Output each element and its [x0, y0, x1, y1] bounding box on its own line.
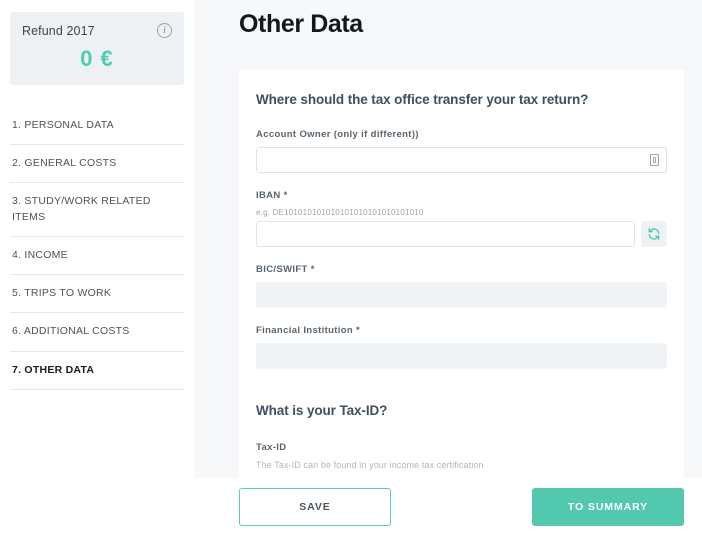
bic-swift-label: BIC/SWIFT * [256, 264, 315, 275]
sidebar: Refund 2017 i 0 € 1. PERSONAL DATA 2. GE… [0, 0, 194, 536]
refund-card-header: Refund 2017 i [22, 23, 172, 38]
save-button[interactable]: SAVE [239, 488, 391, 526]
sidebar-item-general-costs[interactable]: 2. GENERAL COSTS [10, 145, 184, 184]
sidebar-item-study-work-related-items[interactable]: 3. STUDY/WORK RELATED ITEMS [10, 183, 184, 237]
refund-amount: 0 € [80, 46, 114, 71]
refresh-icon[interactable] [641, 221, 667, 247]
id-card-icon[interactable] [650, 154, 659, 166]
tax-id-label: Tax-ID [256, 442, 287, 453]
account-owner-input[interactable] [256, 147, 667, 173]
application-root: Refund 2017 i 0 € 1. PERSONAL DATA 2. GE… [0, 0, 702, 536]
sidebar-item-additional-costs[interactable]: 6. ADDITIONAL COSTS [10, 313, 184, 352]
financial-institution-input[interactable] [256, 343, 667, 369]
iban-hint: e.g. DE101010101010101010101010101010 [256, 208, 424, 217]
field-tax-id: Tax-ID The Tax-ID can be found in your i… [256, 442, 667, 470]
sidebar-item-trips-to-work[interactable]: 5. TRIPS TO WORK [10, 275, 184, 314]
field-financial-institution: Financial Institution * [256, 325, 667, 369]
section-heading-bank-transfer: Where should the tax office transfer you… [256, 92, 589, 107]
sidebar-item-personal-data[interactable]: 1. PERSONAL DATA [10, 107, 184, 146]
tax-id-description: The Tax-ID can be found in your income t… [256, 460, 484, 470]
refund-label: Refund 2017 [22, 23, 95, 38]
field-bic-swift: BIC/SWIFT * [256, 264, 667, 308]
field-iban: IBAN * e.g. DE10101010101010101010101010… [256, 190, 667, 247]
financial-institution-label: Financial Institution * [256, 325, 361, 336]
account-owner-label: Account Owner (only if different)) [256, 129, 419, 140]
sidebar-item-income[interactable]: 4. INCOME [10, 237, 184, 276]
page-title: Other Data [239, 10, 363, 38]
iban-label: IBAN * [256, 190, 288, 201]
refund-summary-card: Refund 2017 i 0 € [10, 12, 184, 85]
bottom-action-bar: SAVE TO SUMMARY [194, 478, 702, 536]
iban-input[interactable] [256, 221, 635, 247]
section-heading-tax-id: What is your Tax-ID? [256, 403, 388, 418]
to-summary-button[interactable]: TO SUMMARY [532, 488, 684, 526]
bic-swift-input[interactable] [256, 282, 667, 308]
sidebar-item-other-data[interactable]: 7. OTHER DATA [10, 352, 184, 390]
iban-input-row [256, 221, 667, 247]
main-content: Other Data Where should the tax office t… [194, 0, 702, 536]
financial-institution-input-wrap [256, 343, 667, 369]
info-icon[interactable]: i [157, 23, 172, 38]
bic-swift-input-wrap [256, 282, 667, 308]
account-owner-input-wrap [256, 147, 667, 173]
form-card: Where should the tax office transfer you… [239, 70, 684, 536]
field-account-owner: Account Owner (only if different)) [256, 129, 667, 173]
